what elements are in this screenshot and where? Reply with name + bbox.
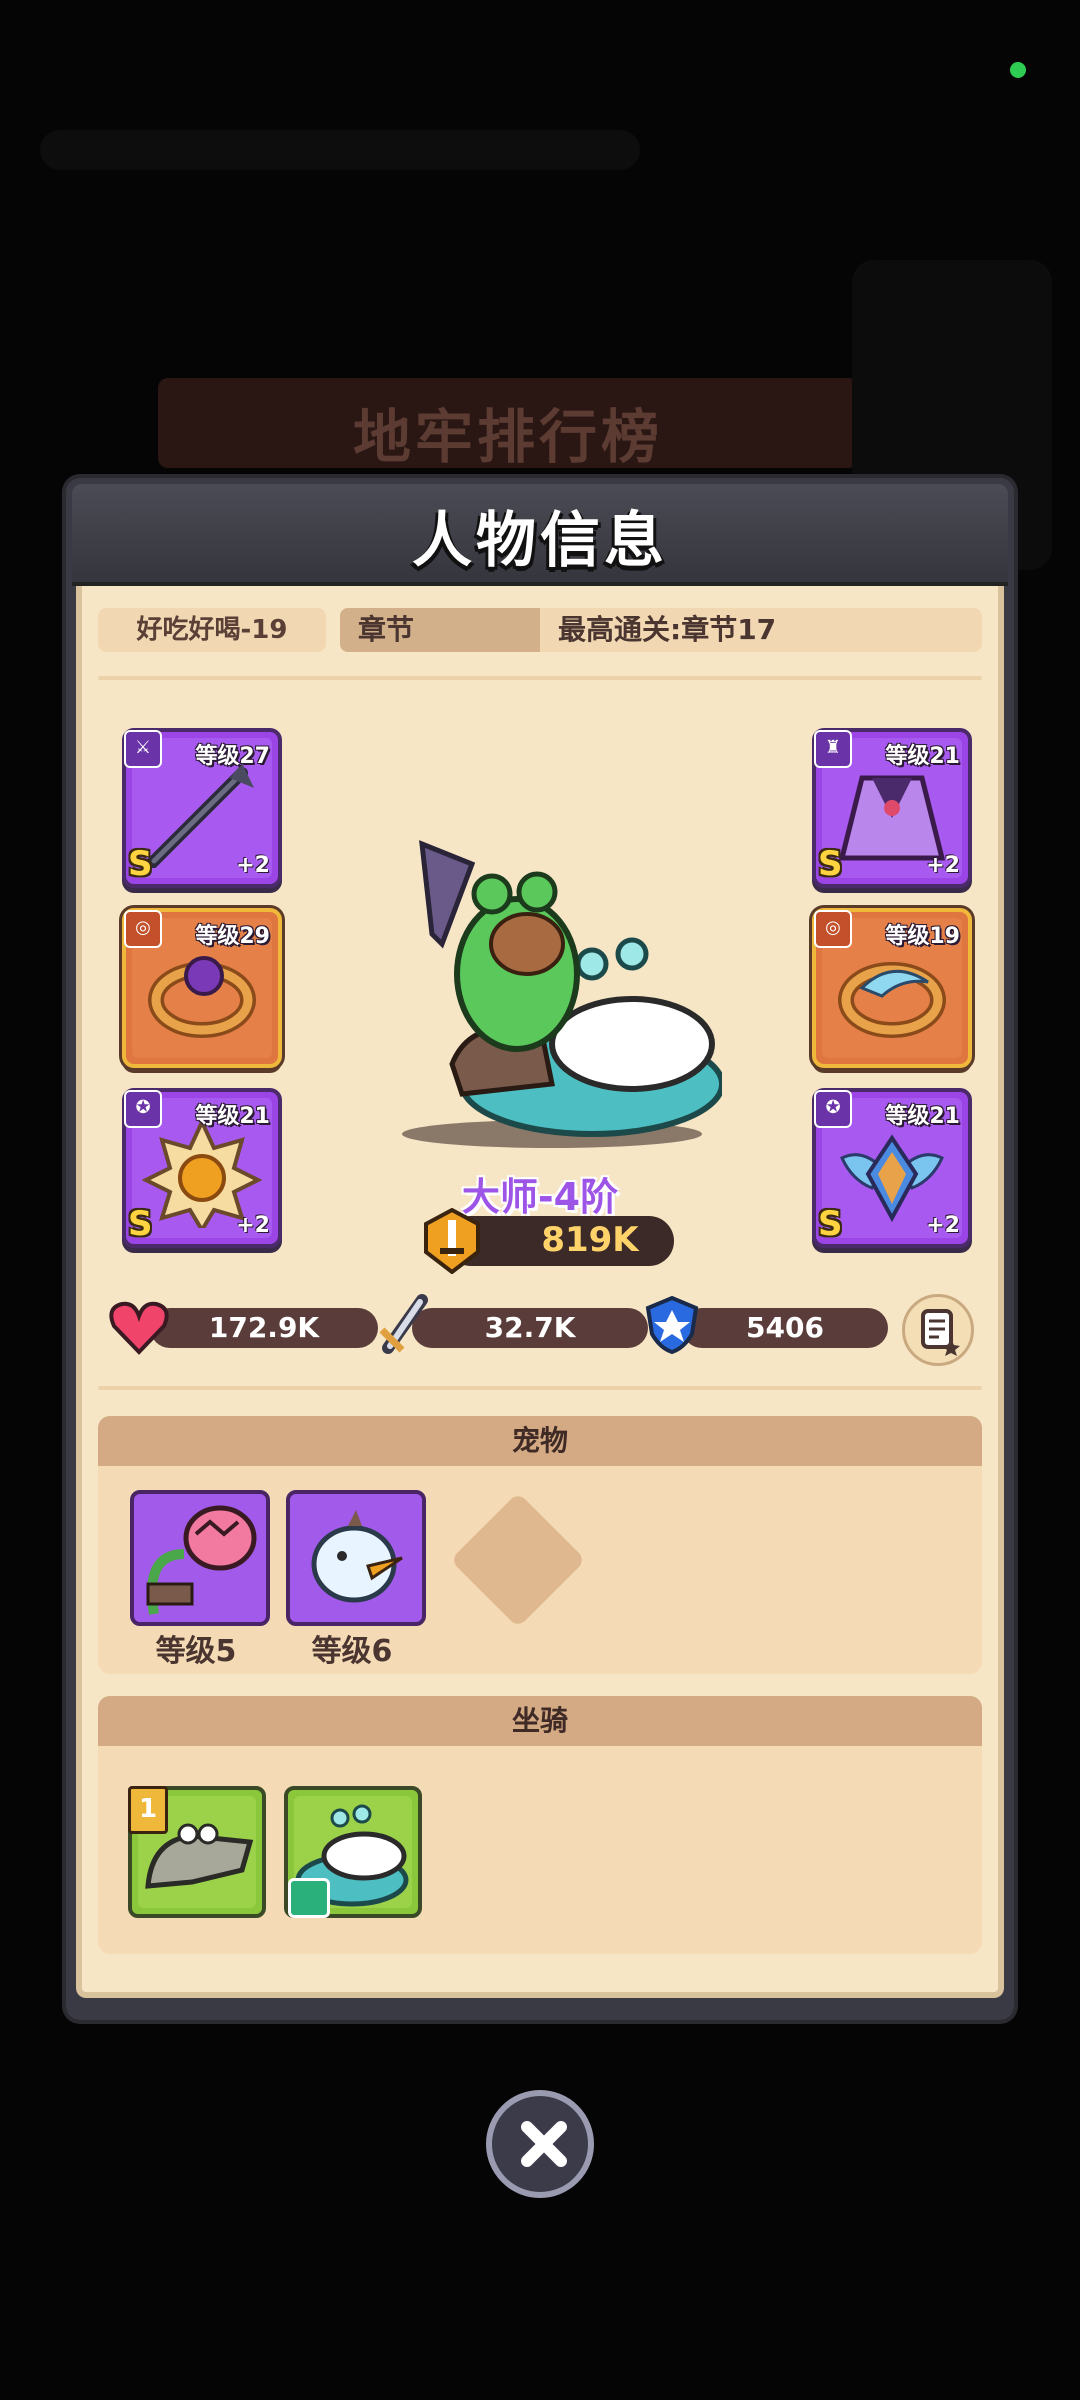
plant-pet-icon xyxy=(146,1505,257,1615)
bird-pet-icon xyxy=(311,1510,403,1603)
close-button[interactable] xyxy=(486,2090,594,2198)
equip-level: 等级21 xyxy=(195,1104,270,1129)
grade-badge: S xyxy=(128,844,153,884)
chapter-box: 章节 最高通关:章节17 xyxy=(340,608,982,652)
pet-level: 等级6 xyxy=(311,1634,393,1669)
defense-stat: 5406 xyxy=(682,1308,888,1348)
pet-slot-1[interactable] xyxy=(130,1490,270,1626)
sword-icon xyxy=(379,1294,428,1354)
equip-level: 等级27 xyxy=(195,744,270,769)
player-name: 好吃好喝-19 xyxy=(98,608,326,652)
best-clear: 最高通关:章节17 xyxy=(558,613,777,646)
combat-power-value: 819K xyxy=(541,1220,639,1260)
pets-title: 宠物 xyxy=(98,1416,982,1466)
attack-stat: 32.7K xyxy=(412,1308,648,1348)
equip-armor[interactable]: ♜ 等级21 S +2 xyxy=(812,728,972,888)
enhance-badge: +2 xyxy=(926,853,960,878)
hp-value: 172.9K xyxy=(208,1311,320,1344)
hp-stat: 172.9K xyxy=(150,1308,378,1348)
equip-level: 等级21 xyxy=(885,744,960,769)
chapter-label: 章节 xyxy=(340,608,540,652)
shield-icon xyxy=(645,1295,699,1355)
player-info-row: 好吃好喝-19 章节 最高通关:章节17 xyxy=(98,608,982,652)
equip-ring-right[interactable]: ◎ 等级19 xyxy=(812,908,972,1068)
detail-button[interactable] xyxy=(902,1294,974,1366)
mount-slot-snail[interactable] xyxy=(284,1786,422,1918)
pets-section: 宠物 等级5 等级6 xyxy=(98,1416,982,1674)
mount-slot-crocodile[interactable]: 1 xyxy=(128,1786,266,1918)
character-avatar xyxy=(402,840,722,1148)
cloak-icon xyxy=(838,775,946,861)
attack-value: 32.7K xyxy=(484,1311,576,1344)
heart-icon xyxy=(109,1301,169,1355)
equip-level: 等级29 xyxy=(195,924,270,949)
background-banner: 地牢排行榜 xyxy=(158,378,858,471)
panel-title: 人物信息 xyxy=(412,506,668,576)
equip-weapon[interactable]: ⚔ 等级27 S +2 xyxy=(122,728,282,888)
empty-pet-slot[interactable] xyxy=(450,1492,586,1628)
status-dot xyxy=(1010,62,1026,78)
panel-body: 好吃好喝-19 章节 最高通关:章节17 ⚔ 等级27 S +2 ◎ 等级29 … xyxy=(76,586,1004,1998)
spear-icon xyxy=(146,763,254,868)
divider xyxy=(98,676,982,680)
equip-level: 等级19 xyxy=(885,924,960,949)
character-rank: 大师-4阶 xyxy=(461,1175,619,1219)
pet-level: 等级5 xyxy=(155,1634,237,1669)
title-bar: 人物信息 xyxy=(72,484,1008,586)
background-text-placeholder xyxy=(40,130,640,170)
equip-ring-left[interactable]: ◎ 等级29 xyxy=(122,908,282,1068)
equip-level: 等级21 xyxy=(885,1104,960,1129)
enhance-badge: +2 xyxy=(236,853,270,878)
background-banner-title: 地牢排行榜 xyxy=(352,403,663,471)
combat-power-icon xyxy=(424,1208,480,1274)
mount-badge: 1 xyxy=(128,1786,168,1834)
equipped-person-icon xyxy=(288,1878,330,1918)
character-info-panel: 人物信息 好吃好喝-19 章节 最高通关:章节17 ⚔ 等级27 S +2 ◎ … xyxy=(66,478,1014,2020)
mounts-title: 坐骑 xyxy=(98,1696,982,1746)
wing-ring-icon xyxy=(838,962,946,1038)
divider xyxy=(98,1386,982,1390)
ring-icon xyxy=(148,956,256,1038)
grade-badge: S xyxy=(818,844,843,884)
mounts-section: 坐骑 1 xyxy=(98,1696,982,1954)
pet-slot-2[interactable] xyxy=(286,1490,426,1626)
document-icon xyxy=(921,1309,960,1356)
defense-value: 5406 xyxy=(746,1311,824,1344)
